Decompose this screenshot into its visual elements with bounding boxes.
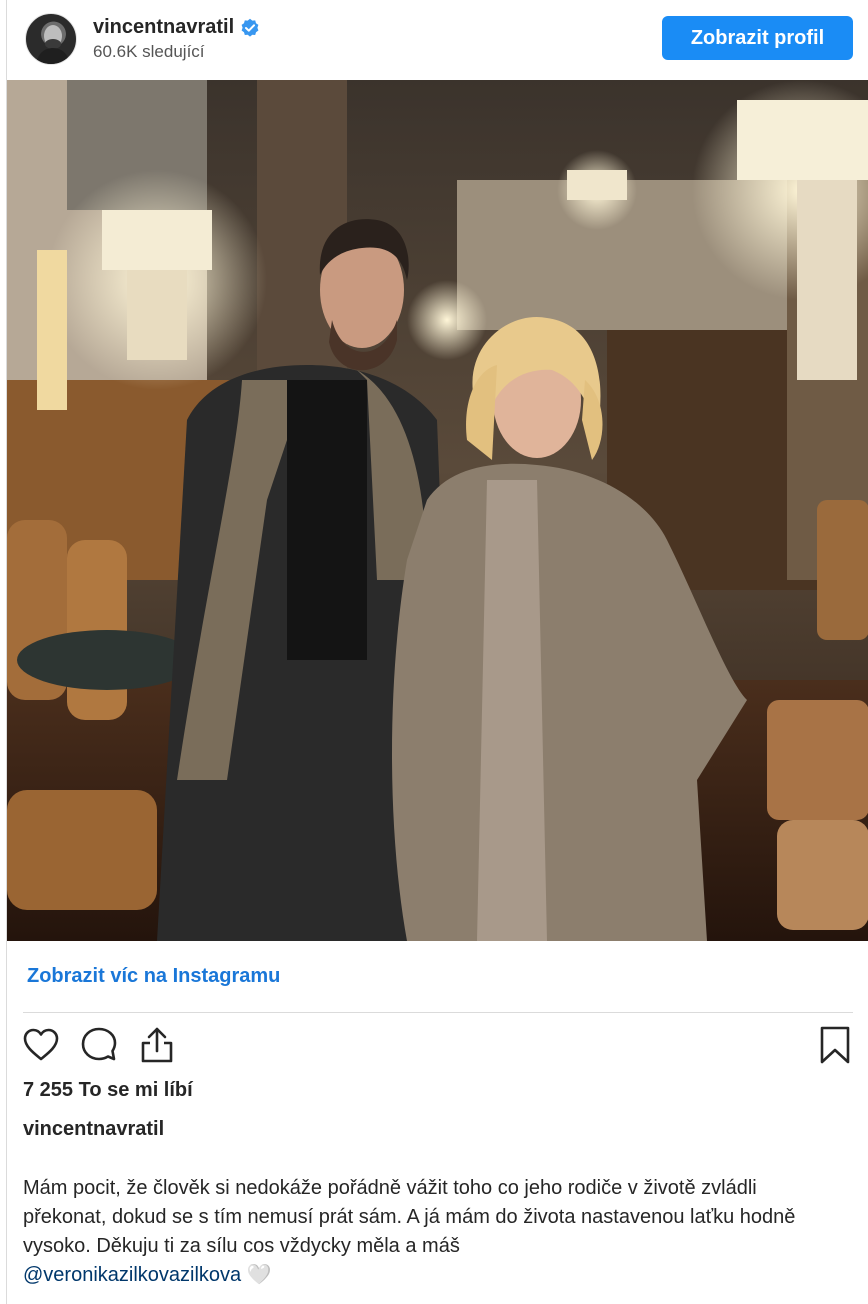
share-button[interactable]: [137, 1025, 177, 1065]
view-profile-button[interactable]: Zobrazit profil: [662, 16, 853, 60]
username-row: vincentnavratil: [93, 16, 260, 39]
username[interactable]: vincentnavratil: [93, 16, 234, 39]
save-button[interactable]: [815, 1025, 855, 1065]
like-button[interactable]: [21, 1025, 61, 1065]
share-icon: [141, 1027, 173, 1063]
verified-badge-icon: [241, 18, 259, 37]
heart-emoji: 🤍: [246, 1264, 272, 1286]
avatar[interactable]: [25, 13, 77, 65]
comment-button[interactable]: [79, 1025, 119, 1065]
instagram-embed: vincentnavratil 60.6K sledující Zobrazit…: [6, 0, 868, 1304]
comment-icon: [81, 1027, 117, 1061]
post-header: vincentnavratil 60.6K sledující Zobrazit…: [7, 0, 868, 80]
follower-count: 60.6K sledující: [93, 42, 205, 61]
heart-icon: [23, 1028, 59, 1061]
view-more-on-instagram-link[interactable]: Zobrazit víc na Instagramu: [27, 965, 280, 988]
caption: Mám pocit, že člověk si nedokáže pořádně…: [23, 1174, 843, 1290]
like-count[interactable]: 7 255 To se mi líbí: [23, 1079, 193, 1102]
caption-text: Mám pocit, že člověk si nedokáže pořádně…: [23, 1177, 796, 1257]
post-image[interactable]: [7, 80, 868, 941]
caption-mention[interactable]: @veronikazilkovazilkova: [23, 1264, 241, 1286]
divider: [23, 1012, 853, 1013]
caption-author[interactable]: vincentnavratil: [23, 1118, 164, 1141]
post-photo: [7, 80, 868, 941]
bookmark-icon: [820, 1026, 850, 1064]
avatar-image: [36, 25, 70, 64]
